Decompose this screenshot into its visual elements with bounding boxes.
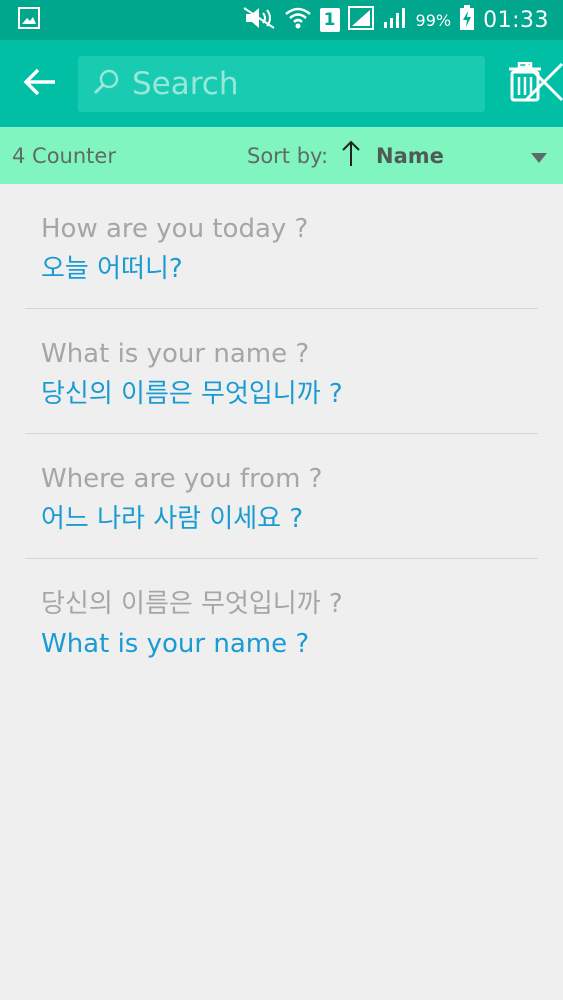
- item-primary-text: How are you today ?: [41, 214, 309, 244]
- back-button[interactable]: [18, 62, 62, 106]
- mute-icon: [242, 6, 276, 34]
- list-item[interactable]: How are you today ? 오늘 어떠니?: [25, 184, 538, 309]
- close-icon: [523, 61, 563, 107]
- sim-icon: 1: [319, 8, 340, 32]
- search-input[interactable]: [120, 65, 523, 102]
- back-arrow-icon: [22, 67, 58, 101]
- wifi-icon: [284, 6, 312, 34]
- signal-icon: [347, 6, 374, 34]
- sort-field-select[interactable]: Name: [376, 144, 529, 168]
- list-item[interactable]: What is your name ? 당신의 이름은 무엇입니까 ?: [25, 309, 538, 434]
- status-time: 01:33: [483, 7, 549, 33]
- phrase-list: How are you today ? 오늘 어떠니? What is your…: [0, 184, 563, 683]
- status-bar: 1 99% 01:33: [0, 0, 563, 40]
- item-primary-text: Where are you from ?: [41, 464, 323, 494]
- gallery-icon: [18, 7, 40, 33]
- item-counter: 4 Counter: [12, 143, 116, 168]
- list-item[interactable]: 당신의 이름은 무엇입니까 ? What is your name ?: [25, 559, 538, 683]
- search-icon: [92, 68, 120, 100]
- item-secondary-text: 어느 나라 사람 이세요 ?: [41, 504, 304, 534]
- signal-icon: [382, 6, 408, 34]
- item-secondary-text: What is your name ?: [41, 629, 310, 659]
- sort-bar: 4 Counter Sort by: Name: [0, 127, 563, 184]
- sort-direction-button[interactable]: [338, 139, 364, 172]
- item-primary-text: 당신의 이름은 무엇입니까 ?: [41, 589, 343, 619]
- item-secondary-text: 당신의 이름은 무엇입니까 ?: [41, 379, 343, 409]
- dropdown-arrow-icon: [531, 144, 547, 168]
- app-bar: [0, 40, 563, 127]
- sort-ascending-icon: [340, 139, 362, 172]
- battery-percent: 99%: [415, 10, 452, 30]
- item-primary-text: What is your name ?: [41, 339, 310, 369]
- clear-search-button[interactable]: [523, 60, 563, 108]
- sort-dropdown-button[interactable]: [529, 146, 549, 166]
- item-secondary-text: 오늘 어떠니?: [41, 254, 183, 284]
- status-icons: 1 99% 01:33: [242, 5, 549, 35]
- search-box: [78, 55, 563, 112]
- battery-charging-icon: [459, 5, 475, 35]
- sort-label: Sort by:: [247, 143, 329, 168]
- list-item[interactable]: Where are you from ? 어느 나라 사람 이세요 ?: [25, 434, 538, 559]
